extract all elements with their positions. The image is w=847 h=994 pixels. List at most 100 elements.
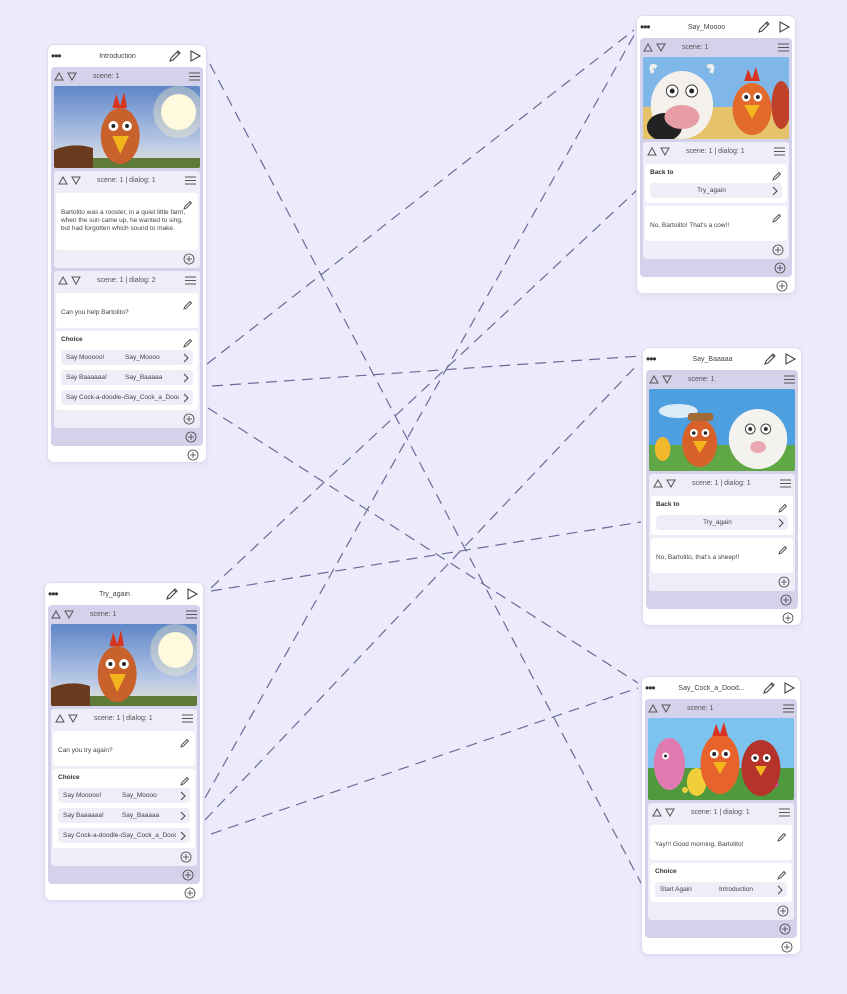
plus-circle-icon[interactable] bbox=[183, 252, 195, 265]
play-icon[interactable] bbox=[782, 681, 796, 695]
plus-circle-icon[interactable] bbox=[182, 868, 194, 881]
triangle-down-icon[interactable] bbox=[67, 72, 77, 82]
pencil-icon[interactable] bbox=[165, 587, 179, 601]
play-icon[interactable] bbox=[783, 352, 797, 366]
triangle-down-icon[interactable] bbox=[666, 479, 676, 489]
hamburger-icon[interactable] bbox=[779, 808, 790, 817]
choice-button-say-baaaaa[interactable]: Say Baaaaaa! Say_Baaaaa bbox=[58, 808, 190, 823]
triangle-down-icon[interactable] bbox=[665, 808, 675, 818]
triangle-up-icon[interactable] bbox=[51, 609, 61, 619]
plus-circle-icon[interactable] bbox=[776, 279, 788, 292]
pencil-icon[interactable] bbox=[777, 829, 787, 842]
dialog-text: No, Bartolito, that's a sheep!! bbox=[656, 554, 740, 561]
choice-button-say-moooo[interactable]: Say Mooooo! Say_Moooo bbox=[61, 350, 193, 365]
node-try-again[interactable]: ••• Try_again scene: 1 scene: 1 | dialog… bbox=[45, 583, 203, 900]
hamburger-icon[interactable] bbox=[189, 72, 200, 81]
triangle-down-icon[interactable] bbox=[68, 714, 78, 724]
hamburger-icon[interactable] bbox=[783, 704, 794, 713]
pencil-icon[interactable] bbox=[168, 49, 182, 63]
plus-circle-icon[interactable] bbox=[778, 575, 790, 588]
more-dots-icon[interactable]: ••• bbox=[48, 588, 70, 600]
triangle-up-icon[interactable] bbox=[58, 175, 68, 185]
triangle-down-icon[interactable] bbox=[71, 276, 81, 286]
more-dots-icon[interactable]: ••• bbox=[646, 353, 668, 365]
hamburger-icon[interactable] bbox=[185, 276, 196, 285]
plus-circle-icon[interactable] bbox=[779, 922, 791, 935]
triangle-up-icon[interactable] bbox=[55, 713, 65, 723]
node-say-baaaaa[interactable]: ••• Say_Baaaaa scene: 1 scene: 1 | dialo… bbox=[643, 348, 801, 625]
hamburger-icon[interactable] bbox=[182, 714, 193, 723]
chevron-right-icon bbox=[182, 353, 190, 363]
pencil-icon[interactable] bbox=[778, 542, 788, 555]
link-line bbox=[211, 355, 642, 387]
scene-label: scene: 1 bbox=[682, 44, 709, 51]
pencil-icon[interactable] bbox=[763, 352, 777, 366]
pencil-icon[interactable] bbox=[778, 500, 788, 513]
choice-button-say-baaaaa[interactable]: Say Baaaaaa! Say_Baaaaa bbox=[61, 370, 193, 385]
choice-button-say-cock[interactable]: Say Cock-a-doodle-doo!Say_Cock_a_Doodle bbox=[58, 828, 190, 843]
plus-circle-icon[interactable] bbox=[183, 412, 195, 425]
hamburger-icon[interactable] bbox=[186, 610, 197, 619]
pencil-icon[interactable] bbox=[777, 867, 787, 880]
more-dots-icon[interactable]: ••• bbox=[51, 50, 73, 62]
choice-button-say-moooo[interactable]: Say Mooooo! Say_Moooo bbox=[58, 788, 190, 803]
plus-circle-icon[interactable] bbox=[781, 940, 793, 953]
pencil-icon[interactable] bbox=[183, 335, 193, 348]
back-to-title: Back to bbox=[650, 169, 674, 176]
choice-button-start-again[interactable]: Start Again Introduction bbox=[655, 882, 787, 897]
hamburger-icon[interactable] bbox=[185, 176, 196, 185]
node-title: Try_again bbox=[99, 590, 130, 598]
node-say-cock-a-doodle[interactable]: ••• Say_Cock_a_Dood... scene: 1 scene: 1… bbox=[642, 677, 800, 954]
triangle-up-icon[interactable] bbox=[58, 275, 68, 285]
play-icon[interactable] bbox=[188, 49, 202, 63]
pencil-icon[interactable] bbox=[183, 297, 193, 310]
back-to-button[interactable]: Try_again bbox=[656, 515, 788, 530]
pencil-icon[interactable] bbox=[757, 20, 771, 34]
node-introduction[interactable]: ••• Introduction scene: 1 scene: 1 | dia… bbox=[48, 45, 206, 462]
back-to-button[interactable]: Try_again bbox=[650, 183, 782, 198]
pencil-icon[interactable] bbox=[183, 197, 193, 210]
dialog-text: Can you try again? bbox=[58, 747, 113, 754]
plus-circle-icon[interactable] bbox=[772, 243, 784, 256]
hamburger-icon[interactable] bbox=[778, 43, 789, 52]
hamburger-icon[interactable] bbox=[774, 147, 785, 156]
triangle-up-icon[interactable] bbox=[54, 71, 64, 81]
triangle-down-icon[interactable] bbox=[660, 147, 670, 157]
pencil-icon[interactable] bbox=[772, 168, 782, 181]
triangle-down-icon[interactable] bbox=[656, 43, 666, 53]
play-icon[interactable] bbox=[777, 20, 791, 34]
pencil-icon[interactable] bbox=[180, 735, 190, 748]
triangle-up-icon[interactable] bbox=[648, 703, 658, 713]
plus-circle-icon[interactable] bbox=[187, 448, 199, 461]
triangle-up-icon[interactable] bbox=[652, 807, 662, 817]
pencil-icon[interactable] bbox=[772, 210, 782, 223]
dialog-text-card: Yay!!! Good morning, Bartolito! bbox=[650, 825, 792, 860]
more-dots-icon[interactable]: ••• bbox=[645, 682, 667, 694]
plus-circle-icon[interactable] bbox=[185, 430, 197, 443]
triangle-up-icon[interactable] bbox=[647, 146, 657, 156]
hamburger-icon[interactable] bbox=[784, 375, 795, 384]
play-icon[interactable] bbox=[185, 587, 199, 601]
more-dots-icon[interactable]: ••• bbox=[640, 21, 662, 33]
plus-circle-icon[interactable] bbox=[774, 261, 786, 274]
triangle-down-icon[interactable] bbox=[71, 176, 81, 186]
pencil-icon[interactable] bbox=[180, 773, 190, 786]
plus-circle-icon[interactable] bbox=[184, 886, 196, 899]
plus-circle-icon[interactable] bbox=[777, 904, 789, 917]
triangle-up-icon[interactable] bbox=[649, 374, 659, 384]
choice-button-say-cock[interactable]: Say Cock-a-doodle-doo!Say_Cock_a_Doodle bbox=[61, 390, 193, 405]
node-say-moooo[interactable]: ••• Say_Moooo scene: 1 scene: 1 | dialog… bbox=[637, 16, 795, 293]
triangle-down-icon[interactable] bbox=[662, 375, 672, 385]
plus-circle-icon[interactable] bbox=[180, 850, 192, 863]
scene-panel: scene: 1 scene: 1 | dialog: 1 Back to Tr… bbox=[646, 370, 798, 609]
triangle-down-icon[interactable] bbox=[64, 610, 74, 620]
triangle-down-icon[interactable] bbox=[661, 704, 671, 714]
plus-circle-icon[interactable] bbox=[780, 593, 792, 606]
pencil-icon[interactable] bbox=[762, 681, 776, 695]
dialog-panel: scene: 1 | dialog: 1 Back to Try_again N… bbox=[649, 474, 795, 591]
hamburger-icon[interactable] bbox=[780, 479, 791, 488]
dialog-text: Can you help Bartolito? bbox=[61, 309, 129, 316]
triangle-up-icon[interactable] bbox=[643, 42, 653, 52]
plus-circle-icon[interactable] bbox=[782, 611, 794, 624]
triangle-up-icon[interactable] bbox=[653, 478, 663, 488]
